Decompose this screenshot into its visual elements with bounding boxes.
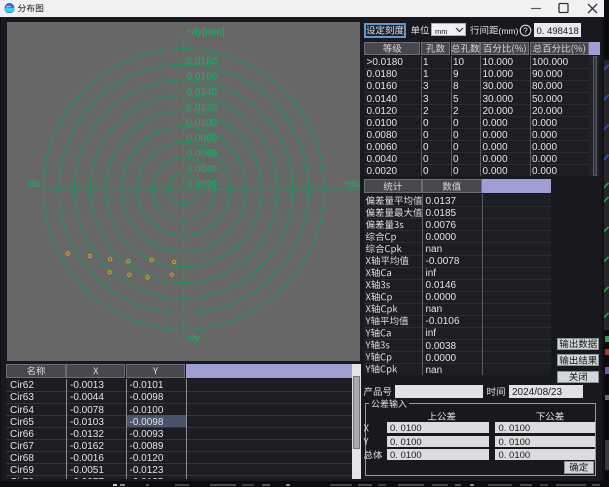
- svg-text:0.0080: 0.0080: [187, 133, 218, 144]
- svg-text:0.0020: 0.0020: [187, 180, 218, 191]
- svg-text:0.0100: 0.0100: [187, 118, 218, 129]
- svg-text:0.0060: 0.0060: [187, 149, 218, 160]
- svg-text:+dy[mm]: +dy[mm]: [186, 27, 225, 38]
- svg-text:?: ?: [523, 26, 528, 35]
- svg-text:+dx[mm]: +dx[mm]: [343, 179, 360, 190]
- svg-text:0.0040: 0.0040: [187, 164, 218, 175]
- svg-text:0.0180: 0.0180: [187, 56, 218, 67]
- svg-text:0.0140: 0.0140: [187, 87, 218, 98]
- svg-text:0.0120: 0.0120: [187, 103, 218, 114]
- svg-text:0.0160: 0.0160: [187, 72, 218, 83]
- svg-text:-dy: -dy: [186, 333, 200, 344]
- svg-text:-dx: -dx: [26, 179, 40, 190]
